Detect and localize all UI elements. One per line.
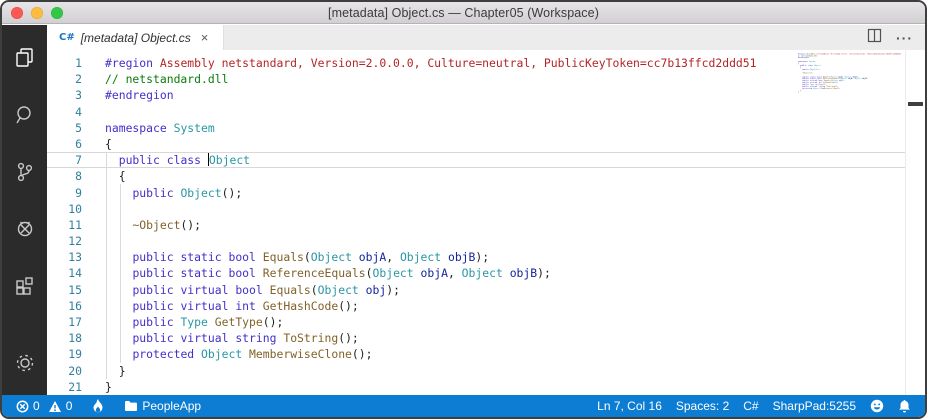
code-line-4[interactable]: 4 (47, 104, 925, 120)
line-number: 8 (75, 169, 82, 184)
more-actions-icon[interactable]: ··· (896, 30, 913, 46)
vscode-window: [metadata] Object.cs — Chapter05 (Worksp… (0, 0, 927, 419)
warning-count: 0 (65, 399, 73, 413)
folder-name: PeopleApp (142, 399, 202, 413)
code-line-3[interactable]: 3#endregion (47, 87, 925, 103)
line-number: 13 (68, 250, 82, 265)
window-title: [metadata] Object.cs — Chapter05 (Worksp… (328, 5, 599, 20)
code-line-2[interactable]: 2// netstandard.dll (47, 71, 925, 87)
line-number: 5 (75, 120, 82, 135)
code-line-6[interactable]: 6{ (47, 136, 925, 152)
settings-gear-icon[interactable] (2, 339, 47, 387)
code-line-16[interactable]: 16 public virtual int GetHashCode(); (47, 298, 925, 314)
line-number: 16 (68, 298, 82, 313)
line-number: 15 (68, 282, 82, 297)
problems-indicator[interactable]: 0 0 (12, 395, 76, 417)
folder-icon (125, 401, 138, 411)
vertical-scrollbar[interactable] (905, 50, 925, 395)
search-icon[interactable] (2, 91, 47, 139)
code-line-21[interactable]: 21} (798, 91, 904, 93)
line-number: 4 (75, 104, 82, 119)
code-line-19[interactable]: 19 protected Object MemberwiseClone(); (47, 346, 925, 362)
tab-bar: C# [metadata] Object.cs × ··· (47, 25, 925, 50)
debug-icon[interactable] (2, 205, 47, 253)
notifications-bell-icon[interactable] (894, 395, 915, 417)
code-line-11[interactable]: 11 ~Object(); (47, 217, 925, 233)
code-line-20[interactable]: 20 } (47, 363, 925, 379)
zoom-button[interactable] (51, 7, 63, 19)
main-area: C# [metadata] Object.cs × ··· 1 #region A… (2, 25, 925, 395)
overview-ruler-mark (908, 102, 923, 106)
line-number: 21 (68, 379, 82, 394)
line-number: 19 (68, 347, 82, 362)
line-number: 20 (68, 363, 82, 378)
code-line-7[interactable]: 7 public class Object (47, 152, 925, 168)
tab-close-icon[interactable]: × (201, 31, 209, 44)
code-line-9[interactable]: 9 public Object(); (47, 185, 925, 201)
indent-guide (120, 184, 121, 363)
code-line-21[interactable]: 21} (47, 379, 925, 395)
line-number: 14 (68, 266, 82, 281)
csharp-file-icon: C# (59, 32, 75, 43)
explorer-icon[interactable] (2, 34, 47, 82)
line-number: 17 (68, 315, 82, 329)
code-editor[interactable]: 1 #region Assembly netstandard, Version=2… (47, 50, 925, 395)
line-number: 9 (75, 185, 82, 200)
editor-actions: ··· (867, 25, 925, 50)
code-line-10[interactable]: 10 (47, 201, 925, 217)
line-number: 10 (68, 201, 82, 216)
line-number: 18 (68, 331, 82, 346)
code-line-17[interactable]: 17 public Type GetType(); (47, 314, 925, 330)
minimize-button[interactable] (31, 7, 43, 19)
code-line-5[interactable]: 5namespace System (47, 120, 925, 136)
status-bar: 0 0 PeopleApp Ln 7, Col 16 Spaces: 2 C# … (2, 395, 925, 417)
line-number: 7 (75, 153, 82, 168)
line-number: 3 (75, 88, 82, 103)
line-number: 6 (75, 136, 82, 151)
split-editor-icon[interactable] (867, 28, 882, 48)
error-count: 0 (33, 399, 40, 413)
omnisharp-flame-icon[interactable] (88, 395, 108, 417)
line-number: 11 (68, 217, 82, 232)
line-number: 1 (75, 56, 82, 70)
window-controls (11, 7, 63, 19)
close-button[interactable] (11, 7, 23, 19)
cursor-position[interactable]: Ln 7, Col 16 (593, 395, 666, 417)
title-bar: [metadata] Object.cs — Chapter05 (Worksp… (2, 2, 925, 24)
sharppad-port[interactable]: SharpPad:5255 (769, 395, 860, 417)
code-line-8[interactable]: 8 { (47, 168, 925, 184)
source-control-icon[interactable] (2, 148, 47, 196)
warning-icon (48, 400, 61, 412)
feedback-smiley-icon[interactable] (866, 395, 888, 417)
code-line-13[interactable]: 13 public static bool Equals(Object objA… (47, 249, 925, 265)
code-lines: 1 #region Assembly netstandard, Version=2… (47, 50, 925, 395)
indentation-setting[interactable]: Spaces: 2 (672, 395, 733, 417)
language-mode[interactable]: C# (739, 395, 762, 417)
code-line-14[interactable]: 14 public static bool ReferenceEquals(Ob… (47, 265, 925, 281)
tab-metadata-object-cs[interactable]: C# [metadata] Object.cs × (47, 25, 224, 50)
error-icon (16, 400, 29, 412)
minimap[interactable]: 1#region Assembly netstandard, Version=2… (798, 53, 904, 178)
code-line-18[interactable]: 18 public virtual string ToString(); (47, 330, 925, 346)
workspace-folder[interactable]: PeopleApp (120, 395, 205, 417)
indent-guide (106, 152, 107, 379)
activity-bar (2, 25, 47, 395)
line-number: 12 (68, 234, 82, 249)
code-line-15[interactable]: 15 public virtual bool Equals(Object obj… (47, 282, 925, 298)
code-line-12[interactable]: 12 (47, 233, 925, 249)
code-line-1[interactable]: 1#region Assembly netstandard, Version=2… (47, 55, 925, 71)
extensions-icon[interactable] (2, 262, 47, 310)
line-number: 2 (75, 72, 82, 87)
tab-label: [metadata] Object.cs (80, 30, 191, 45)
